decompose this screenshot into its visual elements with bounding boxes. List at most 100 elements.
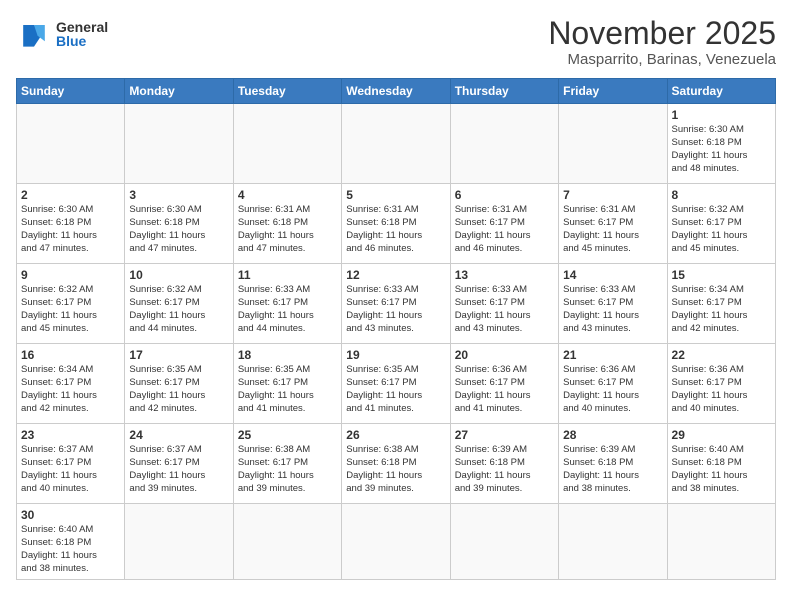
day-number: 7 xyxy=(563,188,662,202)
calendar-cell: 28 Sunrise: 6:39 AMSunset: 6:18 PMDayligh… xyxy=(559,424,667,504)
day-info: Sunrise: 6:32 AMSunset: 6:17 PMDaylight:… xyxy=(129,284,228,335)
day-info: Sunrise: 6:31 AMSunset: 6:18 PMDaylight:… xyxy=(238,204,337,255)
day-number: 15 xyxy=(672,268,771,282)
calendar-cell: 6 Sunrise: 6:31 AMSunset: 6:17 PMDaylight… xyxy=(450,184,558,264)
day-info: Sunrise: 6:40 AMSunset: 6:18 PMDaylight:… xyxy=(672,444,771,495)
day-number: 25 xyxy=(238,428,337,442)
day-info: Sunrise: 6:31 AMSunset: 6:18 PMDaylight:… xyxy=(346,204,445,255)
day-info: Sunrise: 6:39 AMSunset: 6:18 PMDaylight:… xyxy=(563,444,662,495)
day-info: Sunrise: 6:38 AMSunset: 6:17 PMDaylight:… xyxy=(238,444,337,495)
day-info: Sunrise: 6:33 AMSunset: 6:17 PMDaylight:… xyxy=(346,284,445,335)
day-info: Sunrise: 6:37 AMSunset: 6:17 PMDaylight:… xyxy=(129,444,228,495)
calendar-cell: 27Sunrise: 6:39 AMSunset: 6:18 PMDayligh… xyxy=(450,424,558,504)
day-number: 26 xyxy=(346,428,445,442)
day-number: 19 xyxy=(346,348,445,362)
day-number: 3 xyxy=(129,188,228,202)
title-area: November 2025 Masparrito, Barinas, Venez… xyxy=(548,16,776,68)
calendar-cell: 9 Sunrise: 6:32 AMSunset: 6:17 PMDaylight… xyxy=(17,264,125,344)
weekday-header-saturday: Saturday xyxy=(667,79,775,104)
calendar-cell xyxy=(233,104,341,184)
calendar-week-row: 23 Sunrise: 6:37 AMSunset: 6:17 PMDayligh… xyxy=(17,424,776,504)
calendar-cell: 7 Sunrise: 6:31 AMSunset: 6:17 PMDaylight… xyxy=(559,184,667,264)
day-number: 28 xyxy=(563,428,662,442)
day-number: 24 xyxy=(129,428,228,442)
logo-text: General Blue xyxy=(56,20,108,48)
calendar-cell xyxy=(450,104,558,184)
day-number: 9 xyxy=(21,268,120,282)
day-info: Sunrise: 6:30 AMSunset: 6:18 PMDaylight:… xyxy=(129,204,228,255)
day-info: Sunrise: 6:31 AMSunset: 6:17 PMDaylight:… xyxy=(455,204,554,255)
logo-general: General xyxy=(56,20,108,34)
calendar-cell: 16 Sunrise: 6:34 AMSunset: 6:17 PMDayligh… xyxy=(17,344,125,424)
calendar-cell: 5 Sunrise: 6:31 AMSunset: 6:18 PMDaylight… xyxy=(342,184,450,264)
calendar-cell: 22Sunrise: 6:36 AMSunset: 6:17 PMDayligh… xyxy=(667,344,775,424)
calendar-cell xyxy=(125,104,233,184)
calendar-cell: 24 Sunrise: 6:37 AMSunset: 6:17 PMDayligh… xyxy=(125,424,233,504)
calendar-cell: 12 Sunrise: 6:33 AMSunset: 6:17 PMDayligh… xyxy=(342,264,450,344)
day-info: Sunrise: 6:33 AMSunset: 6:17 PMDaylight:… xyxy=(563,284,662,335)
calendar-cell xyxy=(17,104,125,184)
day-info: Sunrise: 6:36 AMSunset: 6:17 PMDaylight:… xyxy=(672,364,771,415)
day-info: Sunrise: 6:31 AMSunset: 6:17 PMDaylight:… xyxy=(563,204,662,255)
logo-icon xyxy=(16,16,52,52)
logo-blue: Blue xyxy=(56,34,108,48)
day-info: Sunrise: 6:35 AMSunset: 6:17 PMDaylight:… xyxy=(238,364,337,415)
calendar-cell: 10 Sunrise: 6:32 AMSunset: 6:17 PMDayligh… xyxy=(125,264,233,344)
calendar-cell xyxy=(450,504,558,580)
day-info: Sunrise: 6:37 AMSunset: 6:17 PMDaylight:… xyxy=(21,444,120,495)
calendar-cell xyxy=(342,504,450,580)
calendar-week-row: 9 Sunrise: 6:32 AMSunset: 6:17 PMDaylight… xyxy=(17,264,776,344)
calendar-cell xyxy=(559,104,667,184)
month-title: November 2025 xyxy=(548,16,776,51)
calendar-cell: 1Sunrise: 6:30 AMSunset: 6:18 PMDaylight… xyxy=(667,104,775,184)
day-info: Sunrise: 6:39 AMSunset: 6:18 PMDaylight:… xyxy=(455,444,554,495)
weekday-header-thursday: Thursday xyxy=(450,79,558,104)
calendar-cell: 4 Sunrise: 6:31 AMSunset: 6:18 PMDaylight… xyxy=(233,184,341,264)
calendar-cell: 20 Sunrise: 6:36 AMSunset: 6:17 PMDayligh… xyxy=(450,344,558,424)
day-info: Sunrise: 6:34 AMSunset: 6:17 PMDaylight:… xyxy=(672,284,771,335)
calendar-cell: 23 Sunrise: 6:37 AMSunset: 6:17 PMDayligh… xyxy=(17,424,125,504)
day-number: 23 xyxy=(21,428,120,442)
day-number: 21 xyxy=(563,348,662,362)
day-number: 14 xyxy=(563,268,662,282)
calendar-cell: 11Sunrise: 6:33 AMSunset: 6:17 PMDayligh… xyxy=(233,264,341,344)
weekday-header-row: SundayMondayTuesdayWednesdayThursdayFrid… xyxy=(17,79,776,104)
day-info: Sunrise: 6:32 AMSunset: 6:17 PMDaylight:… xyxy=(672,204,771,255)
weekday-header-friday: Friday xyxy=(559,79,667,104)
calendar-cell: 19 Sunrise: 6:35 AMSunset: 6:17 PMDayligh… xyxy=(342,344,450,424)
calendar-cell: 25 Sunrise: 6:38 AMSunset: 6:17 PMDayligh… xyxy=(233,424,341,504)
calendar-cell: 14 Sunrise: 6:33 AMSunset: 6:17 PMDayligh… xyxy=(559,264,667,344)
day-number: 6 xyxy=(455,188,554,202)
day-info: Sunrise: 6:32 AMSunset: 6:17 PMDaylight:… xyxy=(21,284,120,335)
day-info: Sunrise: 6:34 AMSunset: 6:17 PMDaylight:… xyxy=(21,364,120,415)
day-number: 12 xyxy=(346,268,445,282)
day-info: Sunrise: 6:35 AMSunset: 6:17 PMDaylight:… xyxy=(346,364,445,415)
weekday-header-tuesday: Tuesday xyxy=(233,79,341,104)
calendar-week-row: 2 Sunrise: 6:30 AMSunset: 6:18 PMDaylight… xyxy=(17,184,776,264)
day-number: 4 xyxy=(238,188,337,202)
calendar-cell: 8 Sunrise: 6:32 AMSunset: 6:17 PMDaylight… xyxy=(667,184,775,264)
day-number: 29 xyxy=(672,428,771,442)
day-number: 16 xyxy=(21,348,120,362)
day-number: 13 xyxy=(455,268,554,282)
day-number: 17 xyxy=(129,348,228,362)
day-info: Sunrise: 6:38 AMSunset: 6:18 PMDaylight:… xyxy=(346,444,445,495)
day-number: 5 xyxy=(346,188,445,202)
calendar-cell: 29 Sunrise: 6:40 AMSunset: 6:18 PMDayligh… xyxy=(667,424,775,504)
calendar: SundayMondayTuesdayWednesdayThursdayFrid… xyxy=(16,78,776,580)
day-info: Sunrise: 6:36 AMSunset: 6:17 PMDaylight:… xyxy=(563,364,662,415)
calendar-cell: 13Sunrise: 6:33 AMSunset: 6:17 PMDayligh… xyxy=(450,264,558,344)
day-number: 30 xyxy=(21,508,120,522)
day-number: 8 xyxy=(672,188,771,202)
day-number: 10 xyxy=(129,268,228,282)
day-number: 2 xyxy=(21,188,120,202)
calendar-cell xyxy=(559,504,667,580)
calendar-cell: 26 Sunrise: 6:38 AMSunset: 6:18 PMDayligh… xyxy=(342,424,450,504)
day-number: 18 xyxy=(238,348,337,362)
weekday-header-monday: Monday xyxy=(125,79,233,104)
day-number: 11 xyxy=(238,268,337,282)
day-info: Sunrise: 6:36 AMSunset: 6:17 PMDaylight:… xyxy=(455,364,554,415)
calendar-week-row: 30Sunrise: 6:40 AMSunset: 6:18 PMDayligh… xyxy=(17,504,776,580)
day-info: Sunrise: 6:30 AMSunset: 6:18 PMDaylight:… xyxy=(21,204,120,255)
day-number: 20 xyxy=(455,348,554,362)
